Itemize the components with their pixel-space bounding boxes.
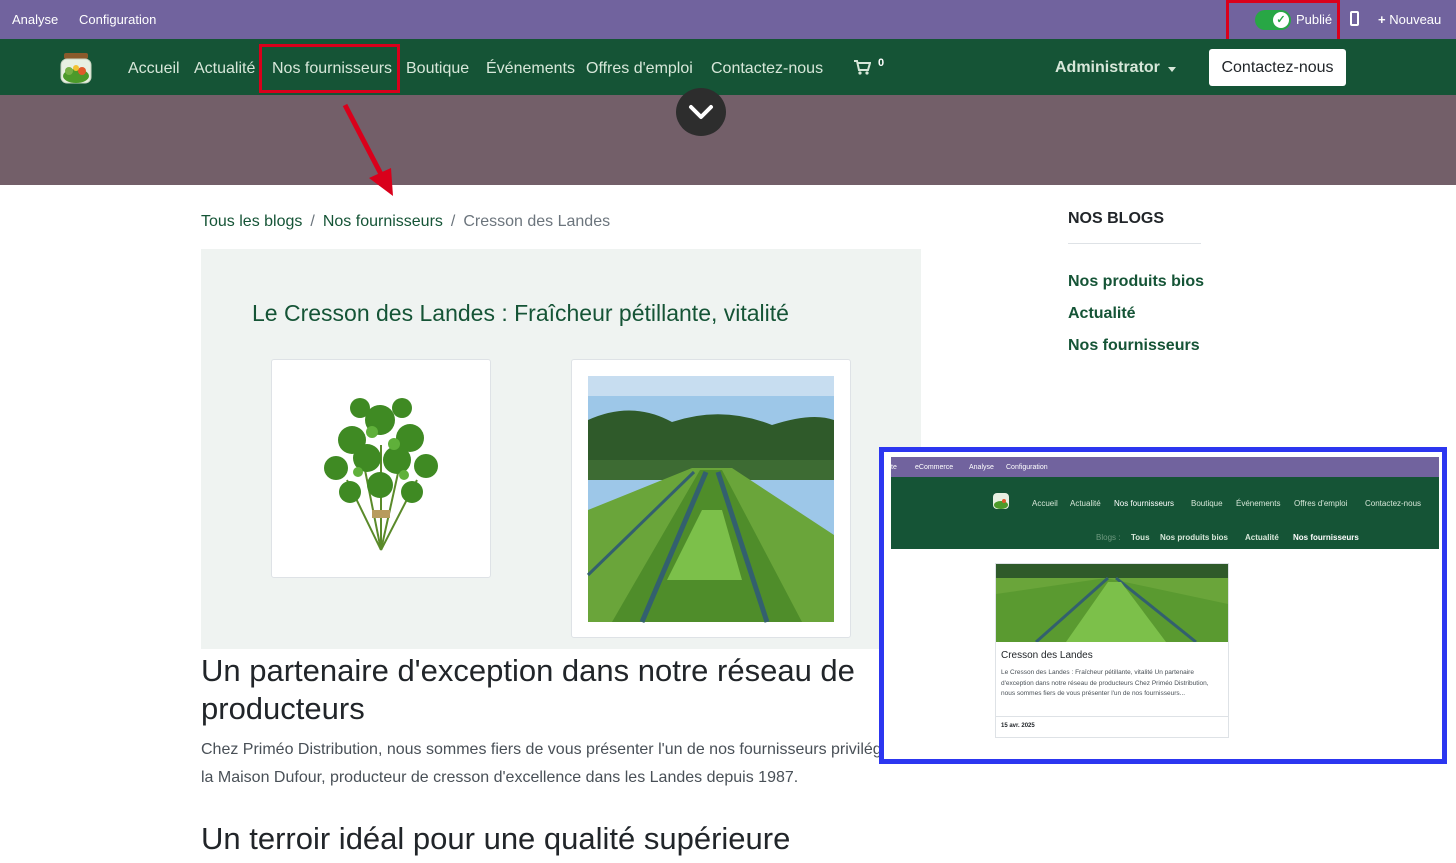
new-button[interactable]: + Nouveau (1378, 12, 1441, 27)
breadcrumb: Tous les blogs / Nos fournisseurs / Cresson … (201, 213, 610, 231)
inset-blog-tab-produits-bios: Nos produits bios (1160, 533, 1228, 542)
chevron-down-icon (689, 105, 713, 119)
watercress-field-image (571, 359, 851, 638)
sidebar-link-nos-fournisseurs[interactable]: Nos fournisseurs (1068, 337, 1200, 355)
inset-nav-offres-emploi: Offres d'emploi (1294, 499, 1348, 508)
inset-logo (993, 493, 1009, 509)
caret-down-icon (1168, 67, 1176, 72)
inset-card-title: Cresson des Landes (1001, 650, 1093, 661)
publish-label[interactable]: Publié (1296, 12, 1332, 27)
breadcrumb-nos-fournisseurs[interactable]: Nos fournisseurs (323, 213, 443, 230)
admin-menu-analyse[interactable]: Analyse (12, 12, 58, 27)
breadcrumb-separator: / (450, 213, 456, 230)
publish-toggle[interactable]: ✓ (1255, 10, 1291, 30)
main-nav: Accueil Actualité Nos fournisseurs Bouti… (0, 39, 1456, 95)
breadcrumb-current: Cresson des Landes (463, 213, 611, 230)
sidebar-link-produits-bios[interactable]: Nos produits bios (1068, 273, 1204, 291)
site-logo[interactable] (56, 47, 96, 87)
inset-screenshot: te eCommerce Analyse Configuration Accue… (879, 447, 1447, 764)
nav-highlight-box (259, 44, 400, 93)
nav-boutique[interactable]: Boutique (406, 60, 469, 78)
inset-blogs-label: Blogs : (1096, 533, 1121, 542)
inset-card-excerpt: Le Cresson des Landes : Fraîcheur pétill… (1001, 669, 1209, 697)
nav-evenements[interactable]: Événements (486, 60, 575, 78)
scroll-down-button[interactable] (676, 88, 726, 136)
breadcrumb-separator: / (310, 213, 315, 230)
article-paragraph: Chez Priméo Distribution, nous sommes fi… (201, 741, 912, 786)
nav-actualite[interactable]: Actualité (194, 60, 255, 78)
inset-blog-tab-tous: Tous (1131, 533, 1150, 542)
inset-menu-website: te (891, 464, 897, 471)
watercress-bunch-image (271, 359, 491, 578)
sidebar-link-actualite[interactable]: Actualité (1068, 305, 1136, 323)
inset-card-image (996, 564, 1228, 642)
inset-nav-contactez-nous: Contactez-nous (1365, 499, 1422, 508)
nav-offres-emploi[interactable]: Offres d'emploi (586, 60, 693, 78)
annotation-arrow (342, 103, 393, 196)
inset-blog-tab-nos-fournisseurs: Nos fournisseurs (1293, 533, 1359, 542)
cart-count-badge: 0 (878, 57, 885, 69)
new-button-label: Nouveau (1389, 12, 1442, 27)
breadcrumb-all-blogs[interactable]: Tous les blogs (201, 213, 302, 230)
inset-nav-evenements: Événements (1236, 499, 1281, 508)
nav-contactez-nous[interactable]: Contactez-nous (711, 60, 823, 78)
inset-menu-analyse: Analyse (969, 464, 994, 471)
user-menu[interactable]: Administrator (1055, 59, 1160, 77)
inset-card-date: 15 avr. 2025 (996, 716, 1228, 738)
sidebar-divider (1068, 243, 1201, 244)
inset-menu-configuration: Configuration (1006, 464, 1048, 471)
cover-band (0, 95, 1456, 185)
shopping-cart-icon[interactable] (854, 60, 871, 75)
inset-nav-actualite: Actualité (1070, 499, 1101, 508)
mobile-icon[interactable] (1350, 11, 1359, 26)
inset-nav-nos-fournisseurs: Nos fournisseurs (1114, 499, 1175, 508)
inset-blog-tab-actualite: Actualité (1245, 533, 1279, 542)
check-icon: ✓ (1273, 12, 1289, 28)
sidebar-title: NOS BLOGS (1068, 210, 1165, 227)
inset-blog-card: Cresson des Landes Le Cresson des Landes… (995, 563, 1229, 738)
inset-admin-bar: te eCommerce Analyse Configuration (891, 457, 1439, 477)
contact-button[interactable]: Contactez-nous (1209, 49, 1346, 86)
section-heading-terroir: Un terroir idéal pour une qualité supéri… (201, 821, 791, 856)
inset-nav-boutique: Boutique (1191, 499, 1223, 508)
article-title: Le Cresson des Landes : Fraîcheur pétill… (252, 300, 789, 326)
inset-nav: Accueil Actualité Nos fournisseurs Bouti… (891, 477, 1439, 549)
inset-nav-accueil: Accueil (1032, 499, 1058, 508)
admin-menu-configuration[interactable]: Configuration (79, 12, 156, 27)
plus-icon: + (1378, 12, 1390, 27)
section-heading-partner: Un partenaire d'exception dans notre rés… (201, 653, 855, 726)
nav-accueil[interactable]: Accueil (128, 60, 180, 78)
inset-menu-ecommerce: eCommerce (915, 464, 954, 471)
